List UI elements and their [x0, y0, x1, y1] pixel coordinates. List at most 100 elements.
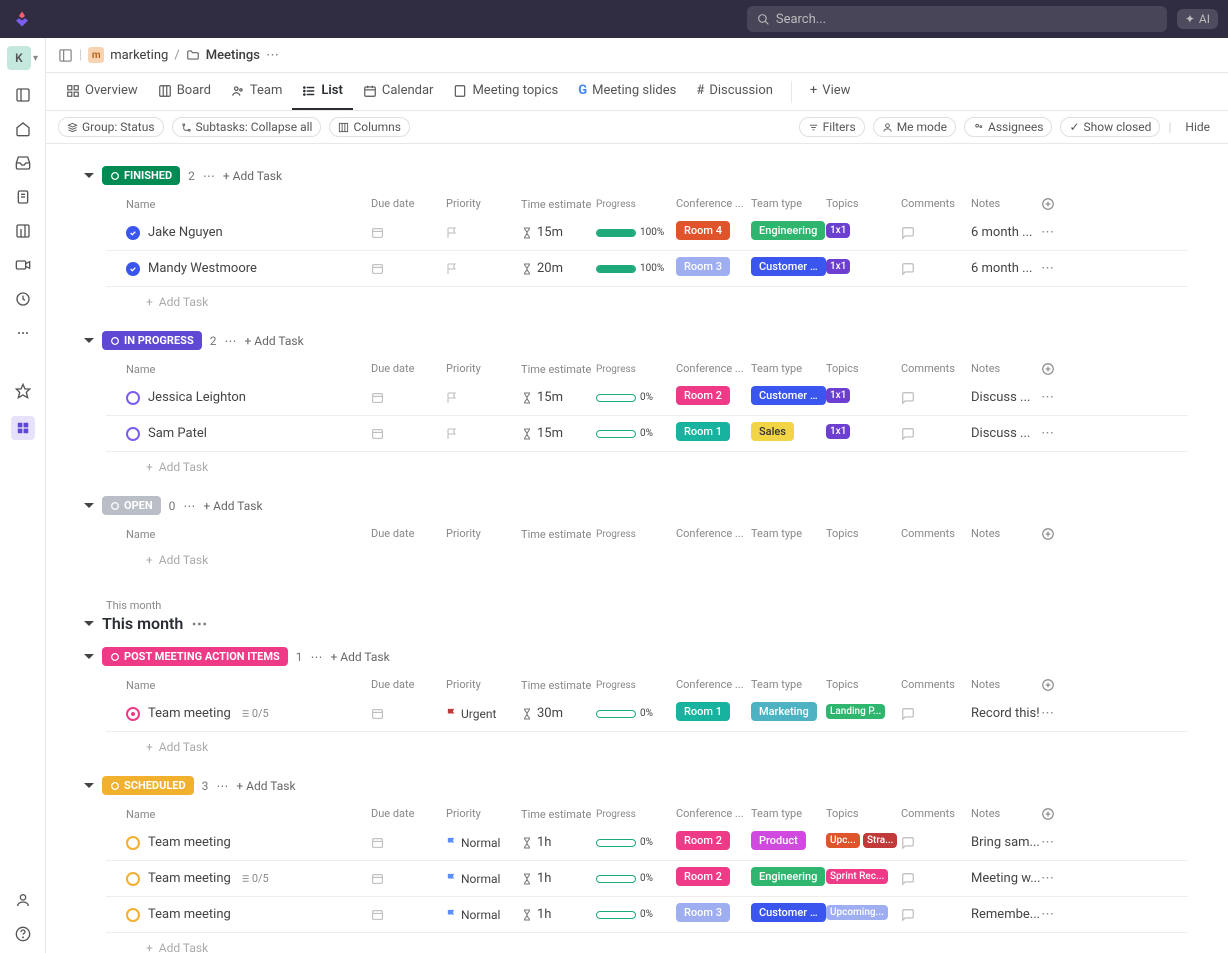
group-more-icon[interactable]: ⋯	[203, 169, 215, 183]
priority-cell[interactable]	[446, 428, 521, 440]
dashboards-icon[interactable]	[14, 222, 32, 240]
task-row[interactable]: Sam Patel 15m 0% Room 1 Sales 1x1 Discus…	[106, 416, 1188, 452]
row-more-icon[interactable]: ⋯	[1041, 225, 1071, 240]
filter-show-closed[interactable]: ✓Show closed	[1060, 117, 1160, 137]
task-row[interactable]: Team meeting Normal 1h 0% Room 2 Product…	[106, 825, 1188, 861]
calendar-icon[interactable]	[371, 391, 384, 404]
row-more-icon[interactable]: ⋯	[1041, 261, 1071, 276]
filter-subtasks[interactable]: Subtasks: Collapse all	[172, 117, 322, 137]
add-task-button[interactable]: + Add Task	[203, 499, 262, 513]
comment-icon[interactable]	[901, 908, 915, 922]
status-pill[interactable]: OPEN	[102, 496, 161, 515]
collapse-group-icon[interactable]	[84, 654, 94, 659]
search-input[interactable]: Search...	[747, 6, 1167, 32]
collapse-icon[interactable]	[14, 86, 32, 104]
filter-filters[interactable]: Filters	[799, 117, 865, 137]
calendar-icon[interactable]	[371, 908, 384, 921]
calendar-icon[interactable]	[371, 427, 384, 440]
row-more-icon[interactable]: ⋯	[1041, 390, 1071, 405]
collapse-section-icon[interactable]	[84, 621, 94, 626]
add-task-inline[interactable]: + Add Task	[146, 553, 1188, 567]
add-task-inline[interactable]: + Add Task	[146, 740, 1188, 754]
calendar-icon[interactable]	[371, 262, 384, 275]
priority-cell[interactable]: Normal	[446, 836, 521, 850]
more-icon[interactable]	[14, 324, 32, 342]
collapse-group-icon[interactable]	[84, 503, 94, 508]
add-task-button[interactable]: + Add Task	[236, 779, 295, 793]
breadcrumb-more-icon[interactable]: ⋯	[266, 48, 279, 63]
task-row[interactable]: Team meeting0/5 Normal 1h 0% Room 2 Engi…	[106, 861, 1188, 897]
tab-meeting-slides[interactable]: GMeeting slides	[568, 73, 686, 110]
status-pill[interactable]: FINISHED	[102, 166, 180, 185]
comment-icon[interactable]	[901, 391, 915, 405]
row-more-icon[interactable]: ⋯	[1041, 871, 1071, 886]
status-pill[interactable]: SCHEDULED	[102, 776, 194, 795]
tab-discussion[interactable]: #Discussion	[686, 73, 783, 110]
add-column-icon[interactable]	[1041, 527, 1071, 541]
task-row[interactable]: Team meeting Normal 1h 0% Room 3 Custome…	[106, 897, 1188, 933]
collapse-group-icon[interactable]	[84, 173, 94, 178]
add-task-button[interactable]: + Add Task	[223, 169, 282, 183]
workspace-avatar[interactable]: K	[7, 46, 31, 70]
docs-icon[interactable]	[14, 188, 32, 206]
ai-button[interactable]: ✦ AI	[1177, 9, 1218, 29]
row-more-icon[interactable]: ⋯	[1041, 706, 1071, 721]
add-column-icon[interactable]	[1041, 362, 1071, 376]
comment-icon[interactable]	[901, 226, 915, 240]
tab-calendar[interactable]: Calendar	[353, 73, 444, 110]
priority-cell[interactable]	[446, 263, 521, 275]
add-view-button[interactable]: +View	[800, 73, 861, 110]
priority-cell[interactable]	[446, 392, 521, 404]
calendar-icon[interactable]	[371, 836, 384, 849]
filter-assignees[interactable]: Assignees	[964, 117, 1052, 137]
calendar-icon[interactable]	[371, 707, 384, 720]
home-icon[interactable]	[14, 120, 32, 138]
filter-columns[interactable]: Columns	[329, 117, 410, 137]
add-task-button[interactable]: + Add Task	[331, 650, 390, 664]
tab-team[interactable]: Team	[221, 73, 293, 110]
comment-icon[interactable]	[901, 707, 915, 721]
tab-board[interactable]: Board	[148, 73, 221, 110]
add-column-icon[interactable]	[1041, 678, 1071, 692]
comment-icon[interactable]	[901, 872, 915, 886]
add-task-inline[interactable]: + Add Task	[146, 460, 1188, 474]
tab-overview[interactable]: Overview	[56, 73, 148, 110]
row-more-icon[interactable]: ⋯	[1041, 907, 1071, 922]
status-pill[interactable]: POST MEETING ACTION ITEMS	[102, 647, 288, 666]
priority-cell[interactable]: Normal	[446, 908, 521, 922]
collapse-group-icon[interactable]	[84, 338, 94, 343]
group-more-icon[interactable]: ⋯	[224, 334, 236, 348]
add-task-button[interactable]: + Add Task	[244, 334, 303, 348]
comment-icon[interactable]	[901, 836, 915, 850]
row-more-icon[interactable]: ⋯	[1041, 426, 1071, 441]
add-task-inline[interactable]: + Add Task	[146, 295, 1188, 309]
task-row[interactable]: Jessica Leighton 15m 0% Room 2 Customer …	[106, 380, 1188, 416]
group-more-icon[interactable]: ⋯	[311, 650, 323, 664]
priority-cell[interactable]: Normal	[446, 872, 521, 886]
add-column-icon[interactable]	[1041, 197, 1071, 211]
help-icon[interactable]	[14, 925, 32, 943]
invite-icon[interactable]	[14, 891, 32, 909]
group-more-icon[interactable]: ⋯	[183, 499, 195, 513]
comment-icon[interactable]	[901, 427, 915, 441]
collapse-group-icon[interactable]	[84, 783, 94, 788]
filter-group[interactable]: Group: Status	[58, 117, 164, 137]
breadcrumb-folder[interactable]: Meetings	[206, 48, 260, 63]
section-more-icon[interactable]: ⋯	[191, 614, 207, 633]
clips-icon[interactable]	[14, 256, 32, 274]
priority-cell[interactable]: Urgent	[446, 707, 521, 721]
calendar-icon[interactable]	[371, 226, 384, 239]
calendar-icon[interactable]	[371, 872, 384, 885]
priority-cell[interactable]	[446, 227, 521, 239]
tab-meeting-topics[interactable]: Meeting topics	[443, 73, 568, 110]
row-more-icon[interactable]: ⋯	[1041, 835, 1071, 850]
workspace-chip[interactable]: m	[88, 47, 104, 63]
inbox-icon[interactable]	[14, 154, 32, 172]
tab-list[interactable]: List	[292, 73, 352, 110]
task-row[interactable]: Mandy Westmoore 20m 100% Room 3 Customer…	[106, 251, 1188, 287]
chevron-down-icon[interactable]: ▾	[33, 53, 38, 64]
filter-me-mode[interactable]: Me mode	[873, 117, 956, 137]
add-column-icon[interactable]	[1041, 807, 1071, 821]
timesheets-icon[interactable]	[14, 290, 32, 308]
group-more-icon[interactable]: ⋯	[216, 779, 228, 793]
